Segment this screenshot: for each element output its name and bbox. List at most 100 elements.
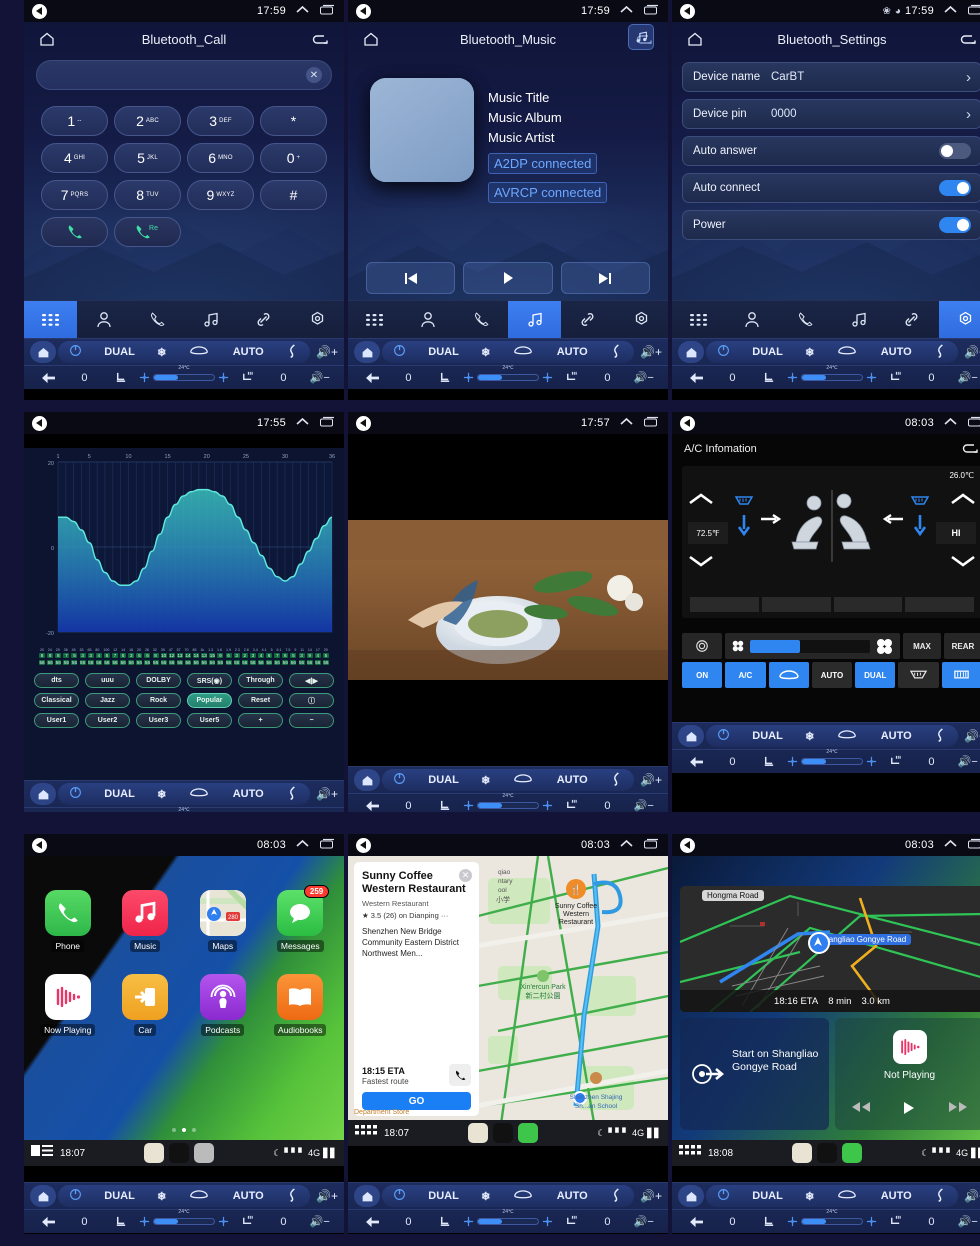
key-7[interactable]: 7 PQRS xyxy=(41,180,108,210)
hvac-home-button[interactable] xyxy=(30,1185,56,1207)
preset-user5[interactable]: User5 xyxy=(187,713,232,728)
fan-level-bar[interactable] xyxy=(476,802,539,809)
preset-uuu[interactable]: uuu xyxy=(85,673,130,688)
power-icon[interactable] xyxy=(69,344,82,360)
sidebar-item-link[interactable] xyxy=(561,301,614,338)
preset-decrease[interactable]: − xyxy=(289,713,334,728)
seat-airflow-icon[interactable] xyxy=(934,727,947,745)
dial-input[interactable]: ✕ xyxy=(36,60,332,90)
snowflake-icon[interactable]: ❄ xyxy=(481,1190,490,1203)
right-temp-up[interactable] xyxy=(950,492,976,511)
app-phone[interactable]: Phone xyxy=(34,890,102,952)
recents-icon[interactable] xyxy=(320,4,336,18)
back-icon[interactable] xyxy=(356,837,371,853)
right-temp-value[interactable]: HI xyxy=(936,522,976,544)
back-icon[interactable] xyxy=(32,837,47,853)
volume-down-icon[interactable]: 🔊− xyxy=(950,371,980,384)
preset-increase[interactable]: + xyxy=(238,713,283,728)
fan-level-bar[interactable] xyxy=(476,1218,539,1225)
app-car[interactable]: Car xyxy=(112,974,180,1036)
dock-maps-icon[interactable] xyxy=(792,1143,813,1163)
snowflake-icon[interactable]: ❄ xyxy=(805,346,814,359)
setting-auto-answer[interactable]: Auto answer xyxy=(682,136,980,166)
hvac-home-button[interactable] xyxy=(354,341,380,363)
snowflake-icon[interactable]: ❄ xyxy=(481,346,490,359)
dual-label[interactable]: DUAL xyxy=(428,1190,459,1202)
auto-label[interactable]: AUTO xyxy=(233,788,264,800)
sidebar-item-music[interactable] xyxy=(507,301,562,338)
volume-up-icon[interactable]: 🔊+ xyxy=(964,345,980,359)
seat-heater-icon[interactable] xyxy=(877,755,913,768)
recirculate-icon[interactable] xyxy=(512,1189,534,1203)
power-icon[interactable] xyxy=(69,1188,82,1204)
volume-down-icon[interactable]: 🔊− xyxy=(950,755,980,768)
seat-icon[interactable] xyxy=(427,799,463,812)
now-playing-card[interactable]: Not Playing xyxy=(835,1018,980,1130)
place-call-button[interactable] xyxy=(449,1064,471,1086)
app-grid-icon[interactable] xyxy=(31,1144,53,1162)
auto-label[interactable]: AUTO xyxy=(233,1190,264,1202)
preset-popular[interactable]: Popular xyxy=(187,693,232,708)
power-icon[interactable] xyxy=(717,728,730,744)
ac-front-defrost-button[interactable] xyxy=(898,662,939,688)
seat-airflow-icon[interactable] xyxy=(610,771,623,789)
key-9[interactable]: 9 WXYZ xyxy=(187,180,254,210)
volume-up-icon[interactable]: 🔊+ xyxy=(316,787,338,801)
key-8[interactable]: 8 TUV xyxy=(114,180,181,210)
key-star[interactable]: * xyxy=(260,106,327,136)
page-indicator[interactable] xyxy=(24,1128,344,1132)
close-icon[interactable]: ✕ xyxy=(459,869,472,882)
volume-down-icon[interactable]: 🔊− xyxy=(626,371,662,384)
fan-slider[interactable] xyxy=(787,1216,877,1227)
seat-airflow-icon[interactable] xyxy=(610,343,623,361)
chevron-up-icon[interactable] xyxy=(296,839,309,851)
seat-icon[interactable] xyxy=(751,755,787,768)
back-icon[interactable] xyxy=(680,837,695,853)
recirculate-icon[interactable] xyxy=(188,345,210,359)
recirculate-icon[interactable] xyxy=(512,773,534,787)
recirculate-icon[interactable] xyxy=(188,1189,210,1203)
dual-label[interactable]: DUAL xyxy=(104,788,135,800)
nav-map[interactable]: Hongma Road Shangliao Gongye Road 18:16 … xyxy=(680,886,980,1012)
dual-label[interactable]: DUAL xyxy=(752,730,783,742)
fast-forward-button[interactable] xyxy=(948,1101,968,1118)
power-icon[interactable] xyxy=(393,344,406,360)
sidebar-item-link[interactable] xyxy=(885,301,938,338)
seat-airflow-icon[interactable] xyxy=(286,1187,299,1205)
maps-view[interactable]: 🍴 Sunny Coffee Western Restaurant Xin'er… xyxy=(348,856,668,1146)
fan-level-bar[interactable] xyxy=(800,374,863,381)
back-icon[interactable] xyxy=(680,415,695,431)
setting-device-pin[interactable]: Device pin 0000 › xyxy=(682,99,980,129)
key-hash[interactable]: # xyxy=(260,180,327,210)
back-arrow-icon[interactable] xyxy=(958,28,980,50)
chevron-up-icon[interactable] xyxy=(944,5,957,17)
setting-device-name[interactable]: Device name CarBT › xyxy=(682,62,980,92)
hvac-home-button[interactable] xyxy=(30,783,56,805)
ac-ac-button[interactable]: A/C xyxy=(725,662,766,688)
ac-rear-defrost-button[interactable] xyxy=(941,662,980,688)
power-icon[interactable] xyxy=(393,1188,406,1204)
dual-label[interactable]: DUAL xyxy=(752,346,783,358)
auto-label[interactable]: AUTO xyxy=(233,346,264,358)
snowflake-icon[interactable]: ❄ xyxy=(481,774,490,787)
fan-slider[interactable] xyxy=(463,800,553,811)
seat-icon[interactable] xyxy=(427,1215,463,1228)
volume-up-icon[interactable]: 🔊+ xyxy=(640,773,662,787)
seat-icon[interactable] xyxy=(751,1215,787,1228)
fan-slider[interactable] xyxy=(463,372,553,383)
left-defrost-icon[interactable] xyxy=(734,494,754,513)
power-icon[interactable] xyxy=(717,344,730,360)
seat-airflow-icon[interactable] xyxy=(934,343,947,361)
recents-icon[interactable] xyxy=(968,4,980,18)
fan-slider[interactable] xyxy=(139,1216,229,1227)
fan-speed-control[interactable] xyxy=(725,633,900,659)
dock-maps-icon[interactable] xyxy=(144,1143,165,1163)
go-button[interactable]: GO xyxy=(362,1092,471,1110)
fan-level-bar[interactable] xyxy=(152,1218,215,1225)
seat-airflow-icon[interactable] xyxy=(286,785,299,803)
sidebar-item-contacts[interactable] xyxy=(77,301,130,338)
app-podcasts[interactable]: Podcasts xyxy=(189,974,257,1036)
back-icon[interactable] xyxy=(680,3,695,19)
dock-settings-icon[interactable] xyxy=(194,1143,215,1163)
sidebar-item-keypad[interactable] xyxy=(672,301,725,338)
